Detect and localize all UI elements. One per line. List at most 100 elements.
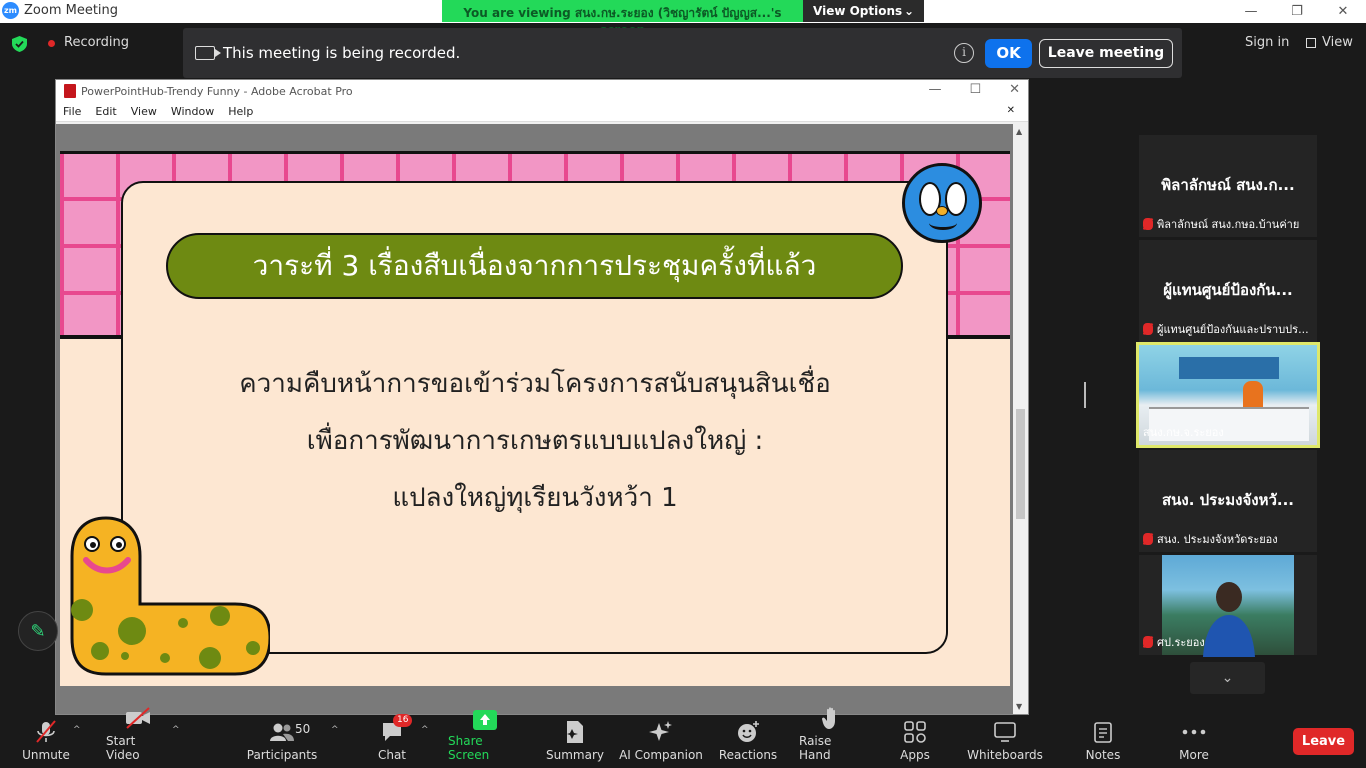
menu-file[interactable]: File bbox=[56, 105, 88, 118]
leave-meeting-button[interactable]: Leave meeting bbox=[1039, 39, 1173, 68]
notes-button[interactable]: Notes bbox=[1084, 715, 1122, 768]
participant-label-text: ศป.ระยอง bbox=[1157, 636, 1205, 649]
presentation-slide: วาระที่ 3 เรื่องสืบเนื่องจากการประชุมครั… bbox=[60, 151, 1010, 686]
shield-icon[interactable] bbox=[12, 36, 27, 52]
menu-help[interactable]: Help bbox=[221, 105, 260, 118]
panel-divider-handle[interactable] bbox=[1084, 382, 1086, 408]
chat-label: Chat bbox=[377, 748, 407, 762]
participant-tile[interactable]: พิลาลักษณ์ สนง.ก... พิลาลักษณ์ สนง.กษอ.บ… bbox=[1139, 135, 1317, 237]
participants-caret-icon[interactable]: ^ bbox=[331, 725, 339, 735]
restore-button[interactable]: ❐ bbox=[1274, 0, 1320, 23]
pencil-icon: ✎ bbox=[30, 620, 46, 642]
notes-label: Notes bbox=[1085, 748, 1121, 762]
summary-label: Summary bbox=[546, 748, 604, 762]
acrobat-maximize-icon[interactable]: ☐ bbox=[969, 82, 981, 97]
participant-label: สนง.กษ.จ.ระยอง bbox=[1143, 423, 1313, 441]
leave-button[interactable]: Leave bbox=[1293, 728, 1354, 755]
participant-label-text: สนง. ประมงจังหวัดระยอง bbox=[1157, 533, 1278, 546]
participant-label: สนง. ประมงจังหวัดระยอง bbox=[1143, 530, 1313, 548]
annotate-pen-button[interactable]: ✎ bbox=[18, 611, 58, 651]
chat-unread-badge: 16 bbox=[393, 714, 413, 727]
acrobat-window-title: PowerPointHub-Trendy Funny - Adobe Acrob… bbox=[81, 84, 353, 98]
acrobat-close-icon[interactable]: ✕ bbox=[1009, 82, 1020, 97]
gallery-scroll-down-button[interactable]: ⌄ bbox=[1190, 662, 1265, 694]
share-screen-button[interactable]: Share Screen bbox=[448, 710, 522, 768]
ai-companion-button[interactable]: AI Companion bbox=[619, 715, 703, 768]
minimize-button[interactable]: — bbox=[1228, 0, 1274, 23]
video-backdrop bbox=[1179, 357, 1279, 379]
video-person bbox=[1243, 381, 1263, 409]
share-screen-label: Share Screen bbox=[448, 734, 490, 762]
acrobat-minimize-icon[interactable]: — bbox=[928, 82, 941, 97]
notes-icon bbox=[1094, 722, 1112, 743]
pdf-icon bbox=[64, 84, 76, 98]
apps-icon bbox=[904, 721, 926, 743]
share-screen-icon bbox=[473, 710, 497, 730]
start-video-label: Start Video bbox=[106, 734, 140, 762]
info-icon[interactable]: i bbox=[954, 43, 974, 63]
slide-heading: วาระที่ 3 เรื่องสืบเนื่องจากการประชุมครั… bbox=[166, 233, 903, 299]
raise-hand-label: Raise Hand bbox=[799, 734, 832, 762]
participant-name: พิลาลักษณ์ สนง.ก... bbox=[1161, 176, 1295, 194]
scroll-up-icon[interactable]: ▲ bbox=[1016, 127, 1022, 136]
meeting-toolbar: Unmute ^ Start Video ^ 50 Participants ^… bbox=[0, 707, 1366, 768]
chat-button[interactable]: 16 Chat bbox=[374, 714, 413, 768]
app-title: zm Zoom Meeting bbox=[2, 2, 118, 19]
participant-tile[interactable]: ศป.ระยอง bbox=[1139, 555, 1317, 657]
reactions-button[interactable]: Reactions bbox=[719, 715, 777, 768]
muted-mic-icon bbox=[1143, 218, 1153, 230]
menu-window[interactable]: Window bbox=[164, 105, 221, 118]
participant-count: 50 bbox=[295, 722, 311, 736]
view-options-button[interactable]: View Options ⌄ bbox=[803, 0, 924, 22]
summary-button[interactable]: Summary bbox=[546, 715, 604, 768]
more-button[interactable]: More bbox=[1176, 715, 1212, 768]
acrobat-menu-bar: File Edit View Window Help ✕ bbox=[56, 102, 1028, 122]
document-area: วาระที่ 3 เรื่องสืบเนื่องจากการประชุมครั… bbox=[56, 124, 1014, 714]
video-options-caret-icon[interactable]: ^ bbox=[172, 725, 180, 735]
active-speaker-tile[interactable]: สนง.กษ.จ.ระยอง bbox=[1136, 342, 1320, 448]
recording-notice-text: This meeting is being recorded. bbox=[223, 44, 461, 62]
close-button[interactable]: ✕ bbox=[1320, 0, 1366, 23]
audio-options-caret-icon[interactable]: ^ bbox=[73, 725, 81, 735]
participant-tile[interactable]: ผู้แทนศูนย์ป้องกัน... ผู้แทนศูนย์ป้องกัน… bbox=[1139, 240, 1317, 342]
slide-line: ความคืบหน้าการขอเข้าร่วมโครงการสนับสนุนส… bbox=[239, 369, 831, 399]
smiley-icon bbox=[738, 721, 759, 742]
grid-view-icon bbox=[1306, 37, 1316, 48]
scroll-thumb[interactable] bbox=[1016, 409, 1025, 519]
whiteboards-button[interactable]: Whiteboards bbox=[967, 715, 1043, 768]
apps-button[interactable]: Apps bbox=[897, 715, 933, 768]
more-dots-icon bbox=[1182, 729, 1206, 735]
participant-name: ผู้แทนศูนย์ป้องกัน... bbox=[1163, 281, 1293, 299]
camera-icon bbox=[195, 46, 221, 60]
chevron-down-icon: ⌄ bbox=[903, 4, 914, 18]
scroll-down-icon[interactable]: ▼ bbox=[1016, 702, 1022, 711]
chat-caret-icon[interactable]: ^ bbox=[421, 725, 429, 735]
document-scrollbar[interactable]: ▲ ▼ bbox=[1013, 124, 1028, 714]
viewing-message: You are viewing สนง.กษ.ระยอง (วิชญารัตน์… bbox=[442, 0, 803, 37]
slide-line: แปลงใหญ่ทุเรียนวังหว้า 1 bbox=[392, 483, 678, 513]
ok-button[interactable]: OK bbox=[985, 39, 1032, 68]
menu-view[interactable]: View bbox=[124, 105, 164, 118]
view-button[interactable]: View bbox=[1306, 35, 1353, 50]
menu-edit[interactable]: Edit bbox=[88, 105, 123, 118]
window-title: Zoom Meeting bbox=[24, 3, 119, 18]
participant-label-text: ผู้แทนศูนย์ป้องกันและปราบปร... bbox=[1157, 323, 1309, 336]
muted-mic-icon bbox=[1143, 533, 1153, 545]
apps-label: Apps bbox=[900, 748, 930, 762]
close-document-icon[interactable]: ✕ bbox=[1000, 105, 1022, 116]
participants-button[interactable]: 50 Participants bbox=[246, 715, 318, 768]
recording-label[interactable]: Recording bbox=[64, 35, 129, 50]
unmute-button[interactable]: Unmute bbox=[22, 715, 70, 768]
participants-label: Participants bbox=[246, 748, 318, 762]
more-label: More bbox=[1179, 748, 1209, 762]
participant-tile[interactable]: สนง. ประมงจังหวั... สนง. ประมงจังหวัดระย… bbox=[1139, 450, 1317, 552]
start-video-button[interactable]: Start Video bbox=[106, 707, 170, 768]
muted-mic-icon bbox=[36, 720, 56, 743]
participant-label: ศป.ระยอง bbox=[1143, 633, 1313, 651]
participants-icon bbox=[270, 723, 294, 741]
raise-hand-button[interactable]: Raise Hand bbox=[799, 707, 865, 768]
slide-line: เพื่อการพัฒนาการเกษตรแบบแปลงใหญ่ : bbox=[306, 426, 764, 456]
participant-label: พิลาลักษณ์ สนง.กษอ.บ้านค่าย bbox=[1143, 215, 1313, 233]
sign-in-link[interactable]: Sign in bbox=[1245, 35, 1289, 50]
muted-mic-icon bbox=[1143, 323, 1153, 335]
